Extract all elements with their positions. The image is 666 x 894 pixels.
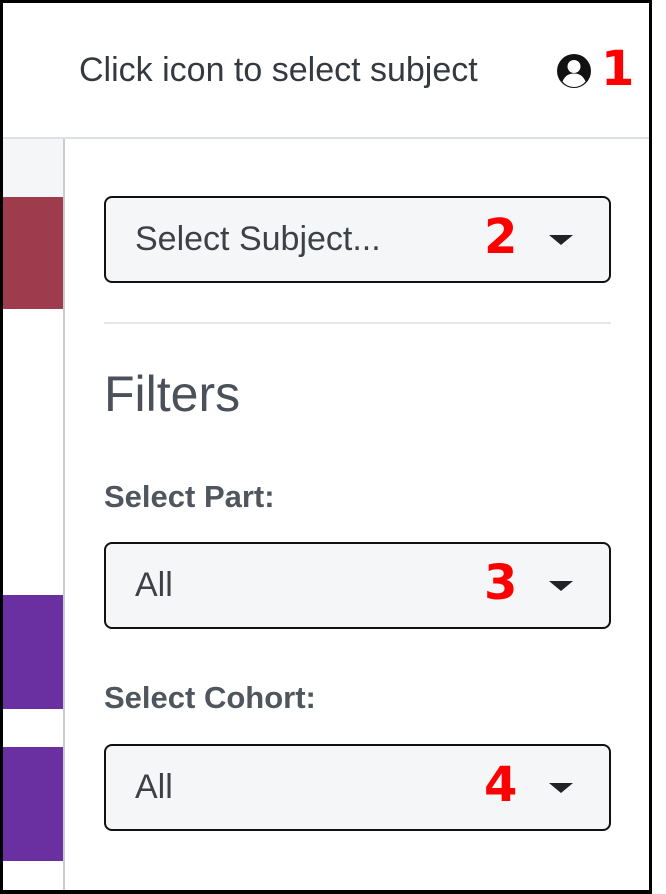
cohort-label: Select Cohort: — [104, 680, 316, 715]
chevron-down-icon — [549, 783, 573, 793]
top-bar: Click icon to select subject 1 — [3, 3, 649, 139]
content-card-red — [3, 197, 64, 309]
select-subject-instruction: Click icon to select subject — [79, 51, 478, 89]
annotation-marker-1: 1 — [601, 41, 635, 97]
annotation-marker-3: 3 — [484, 555, 518, 611]
chevron-down-icon — [549, 235, 573, 245]
section-divider — [104, 322, 611, 324]
app-frame: Click icon to select subject 1 Select Su… — [0, 0, 652, 894]
subject-select-value: Select Subject... — [135, 220, 381, 258]
subject-select[interactable]: Select Subject... 2 — [104, 196, 611, 283]
annotation-marker-2: 2 — [484, 209, 518, 265]
part-select-value: All — [135, 566, 173, 604]
cohort-select-value: All — [135, 768, 173, 806]
content-card-purple — [3, 595, 64, 709]
annotation-marker-4: 4 — [484, 757, 518, 813]
part-select[interactable]: All 3 — [104, 542, 611, 629]
cohort-select[interactable]: All 4 — [104, 744, 611, 831]
user-circle-icon[interactable] — [555, 52, 593, 90]
part-label: Select Part: — [104, 479, 275, 514]
content-header-strip — [3, 139, 64, 197]
chevron-down-icon — [549, 581, 573, 591]
content-card-purple — [3, 747, 64, 861]
main-content-edge — [3, 139, 64, 890]
filters-heading: Filters — [104, 366, 241, 422]
filter-sidebar: Select Subject... 2 Filters Select Part:… — [65, 139, 649, 890]
